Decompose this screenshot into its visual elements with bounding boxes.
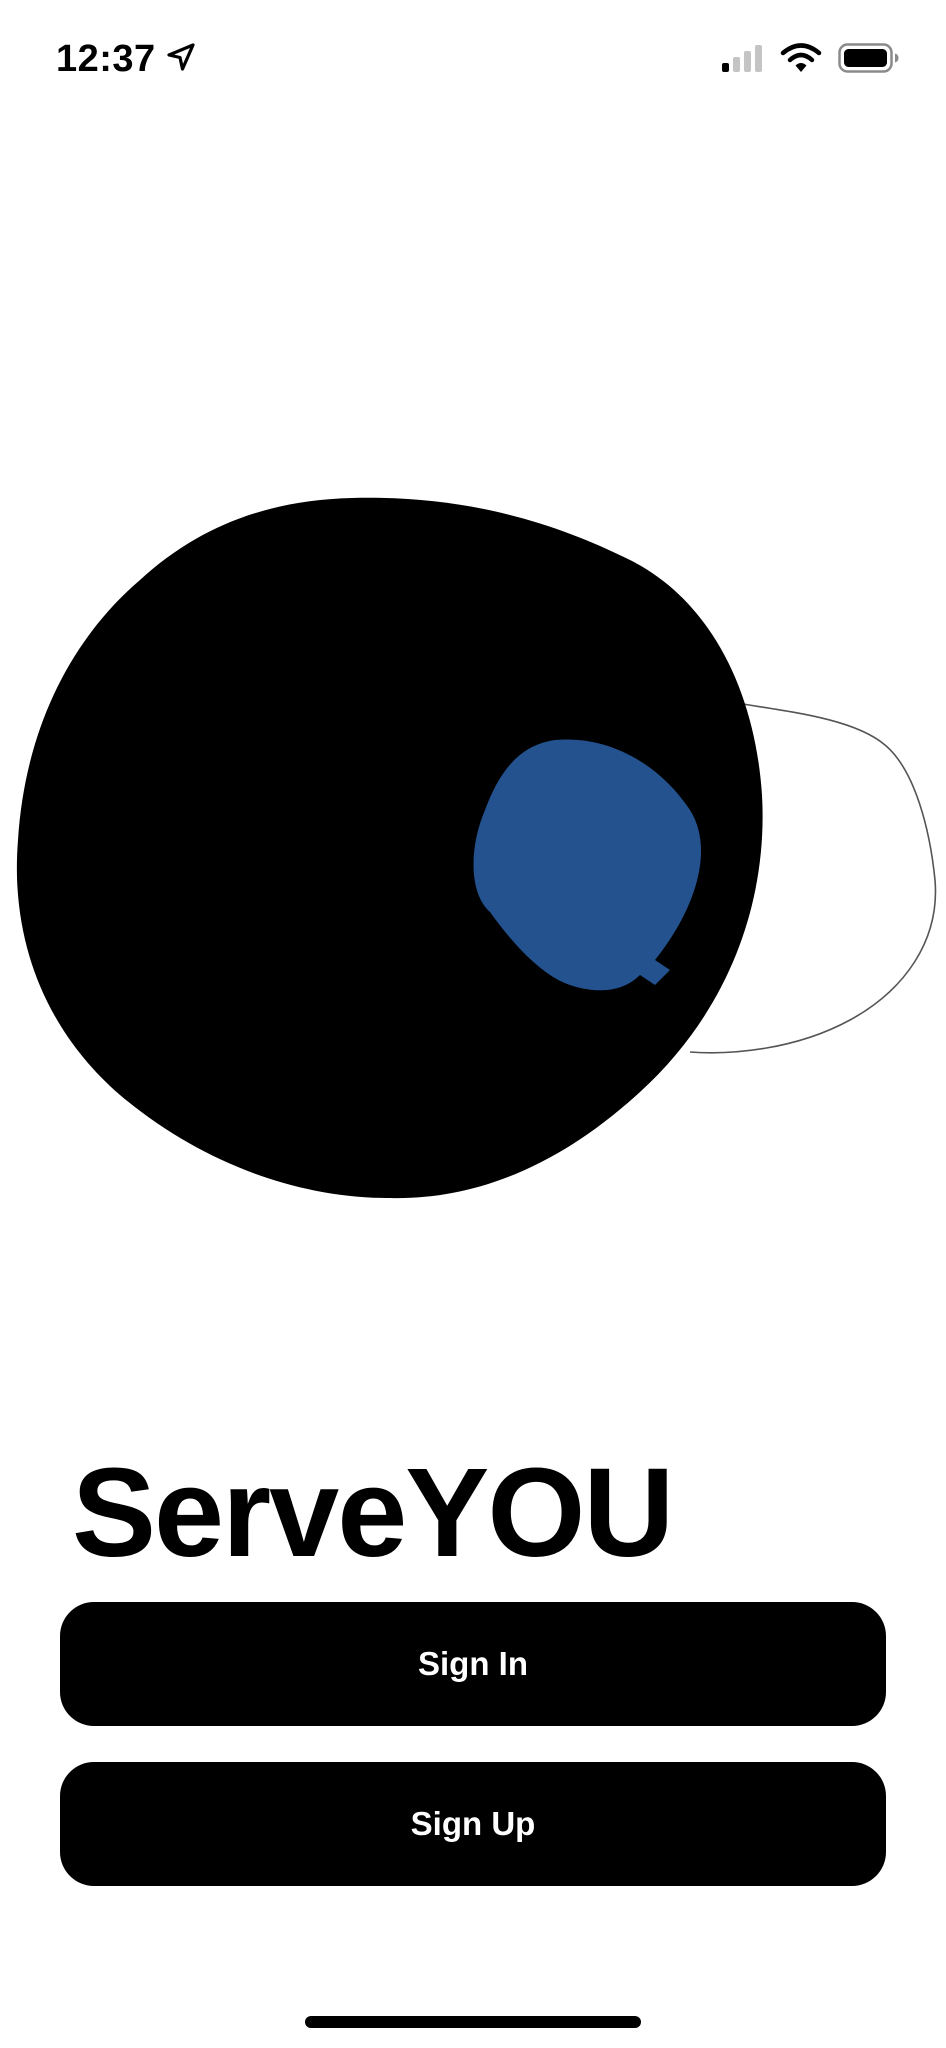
status-icons: [720, 42, 900, 79]
location-arrow-icon: [166, 42, 196, 77]
app-title: ServeYOU: [72, 1442, 674, 1583]
time-group: 12:37: [56, 38, 196, 81]
status-bar: 12:37: [0, 0, 946, 120]
sign-up-button[interactable]: Sign Up: [60, 1762, 886, 1886]
sign-in-button[interactable]: Sign In: [60, 1602, 886, 1726]
home-indicator[interactable]: [305, 2016, 641, 2028]
wifi-icon: [780, 42, 822, 79]
status-time: 12:37: [56, 38, 156, 80]
battery-icon: [838, 43, 900, 78]
cellular-signal-icon: [720, 43, 764, 78]
hero-illustration: [0, 480, 946, 1220]
